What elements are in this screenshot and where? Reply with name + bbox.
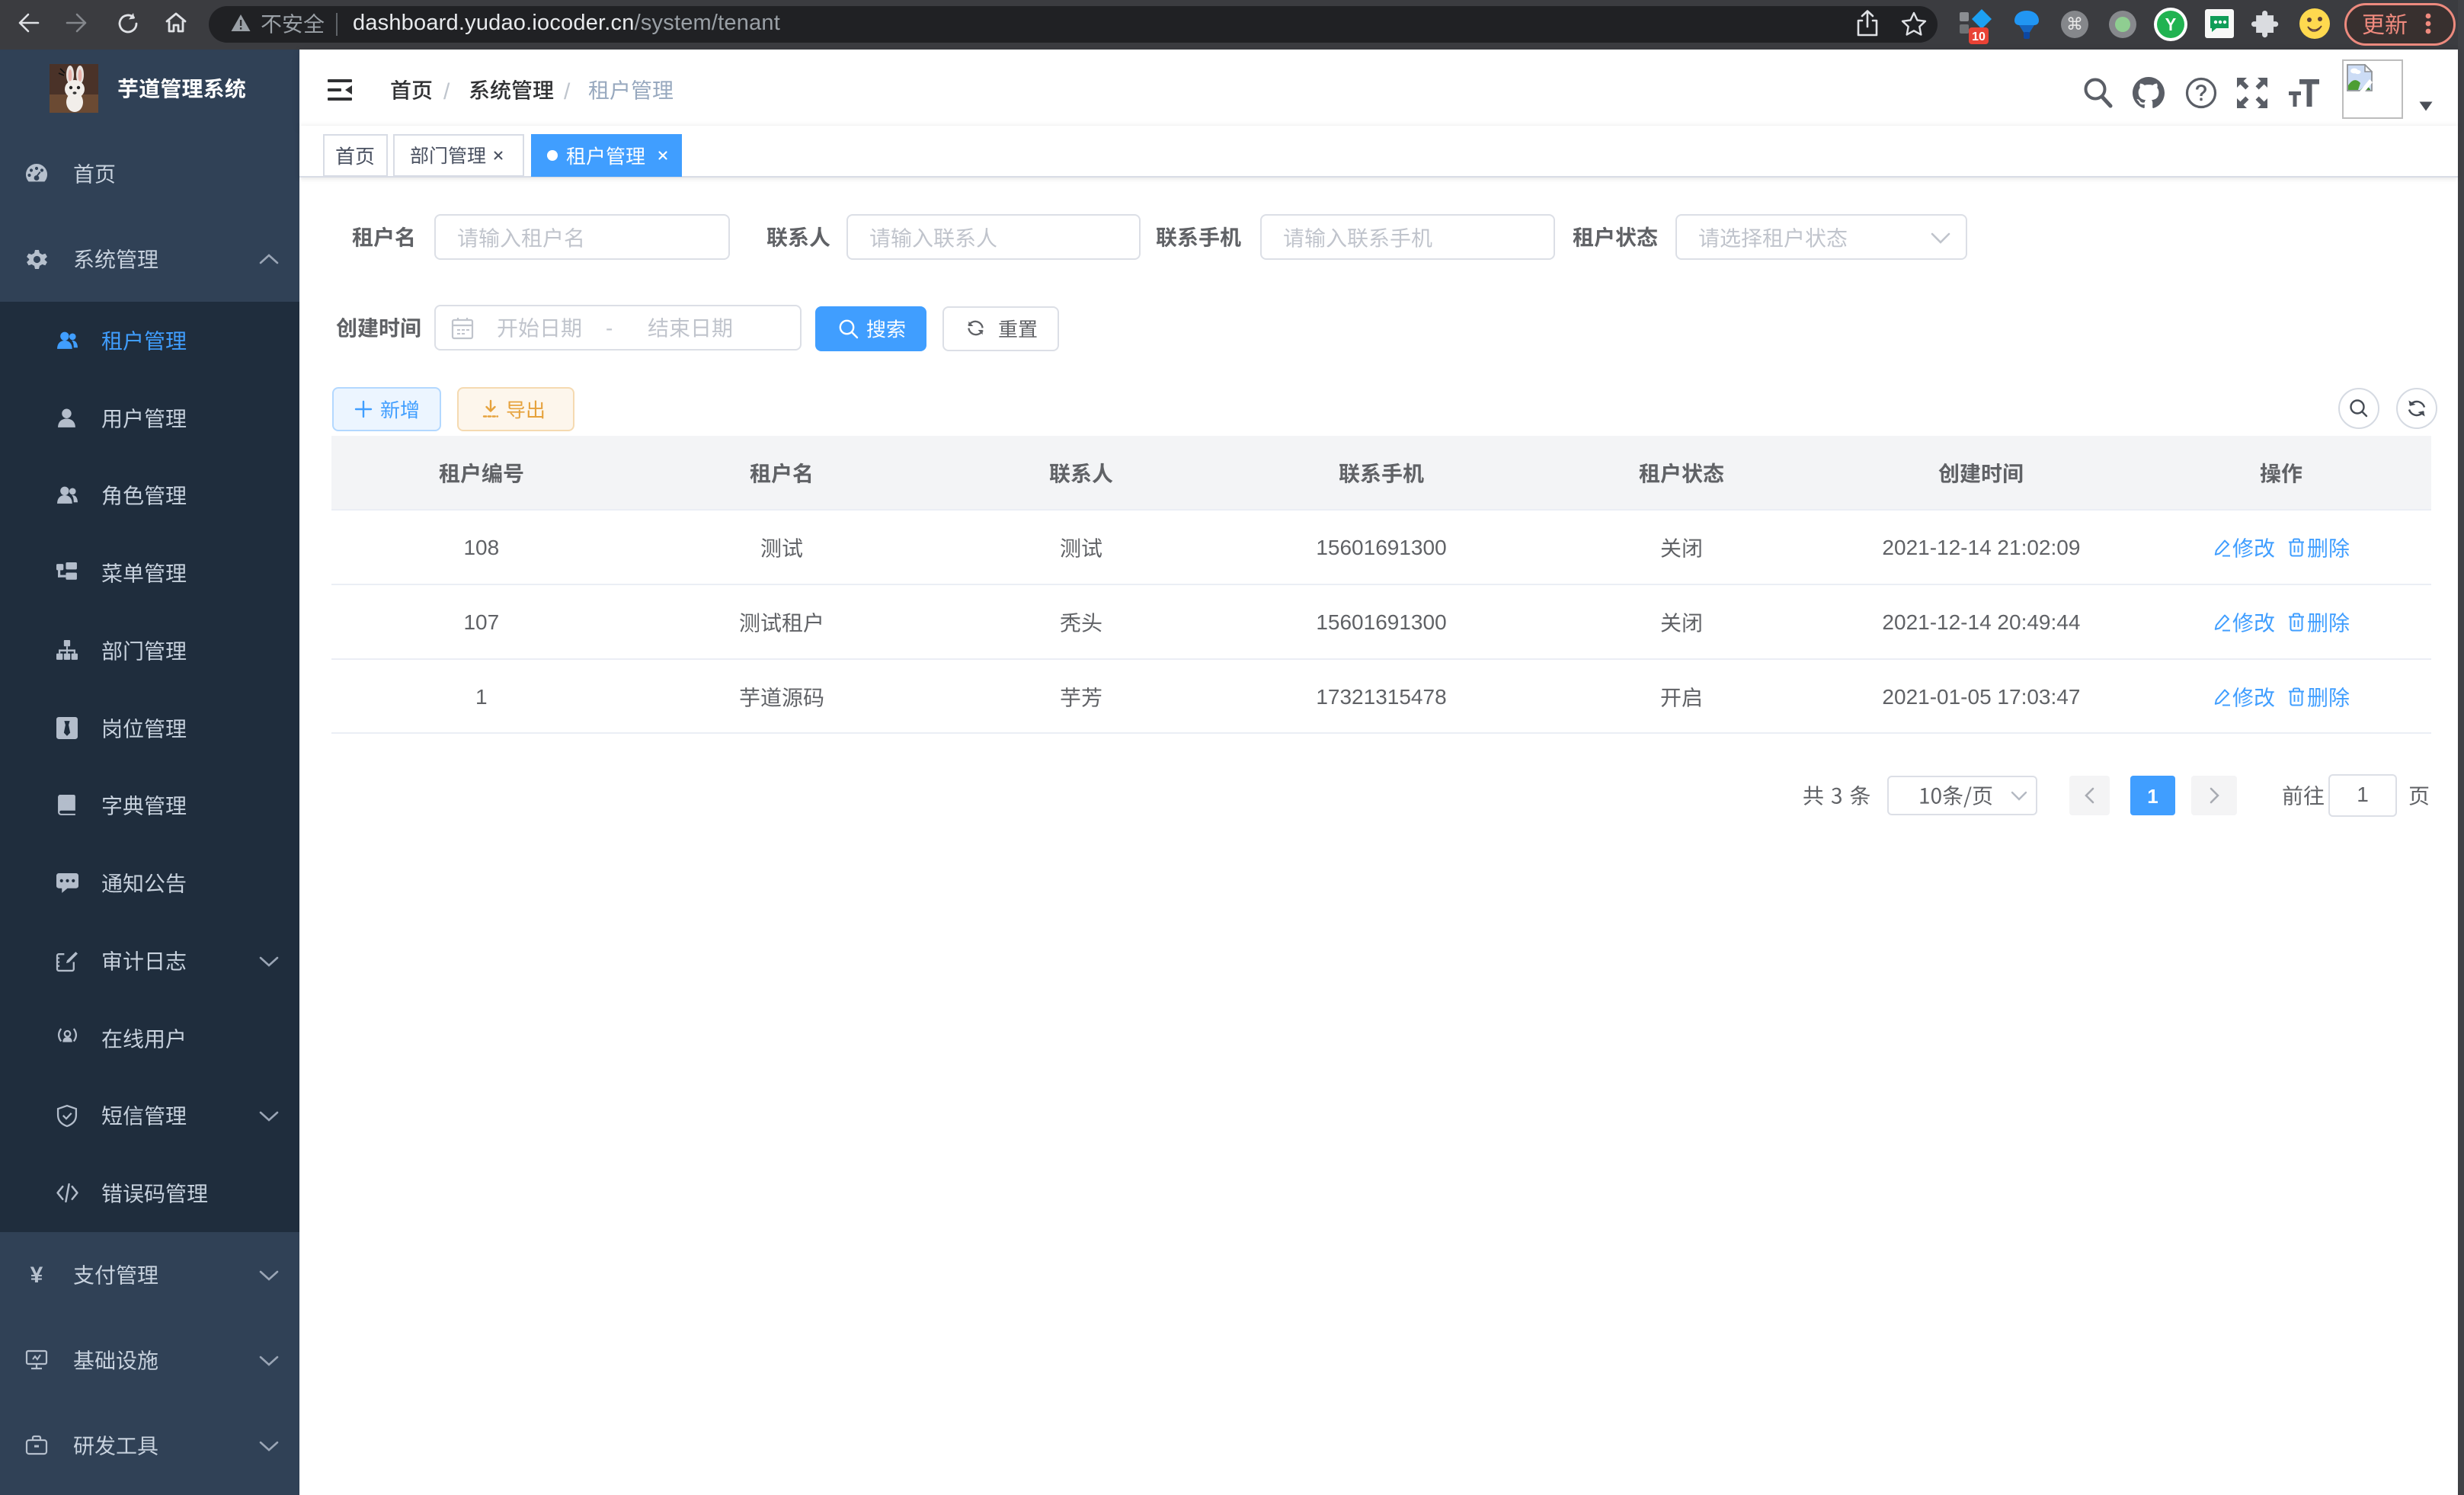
svg-text:¥: ¥ [30,1263,43,1288]
svg-text:⌘: ⌘ [2066,14,2083,34]
svg-text:10: 10 [1972,30,1986,43]
